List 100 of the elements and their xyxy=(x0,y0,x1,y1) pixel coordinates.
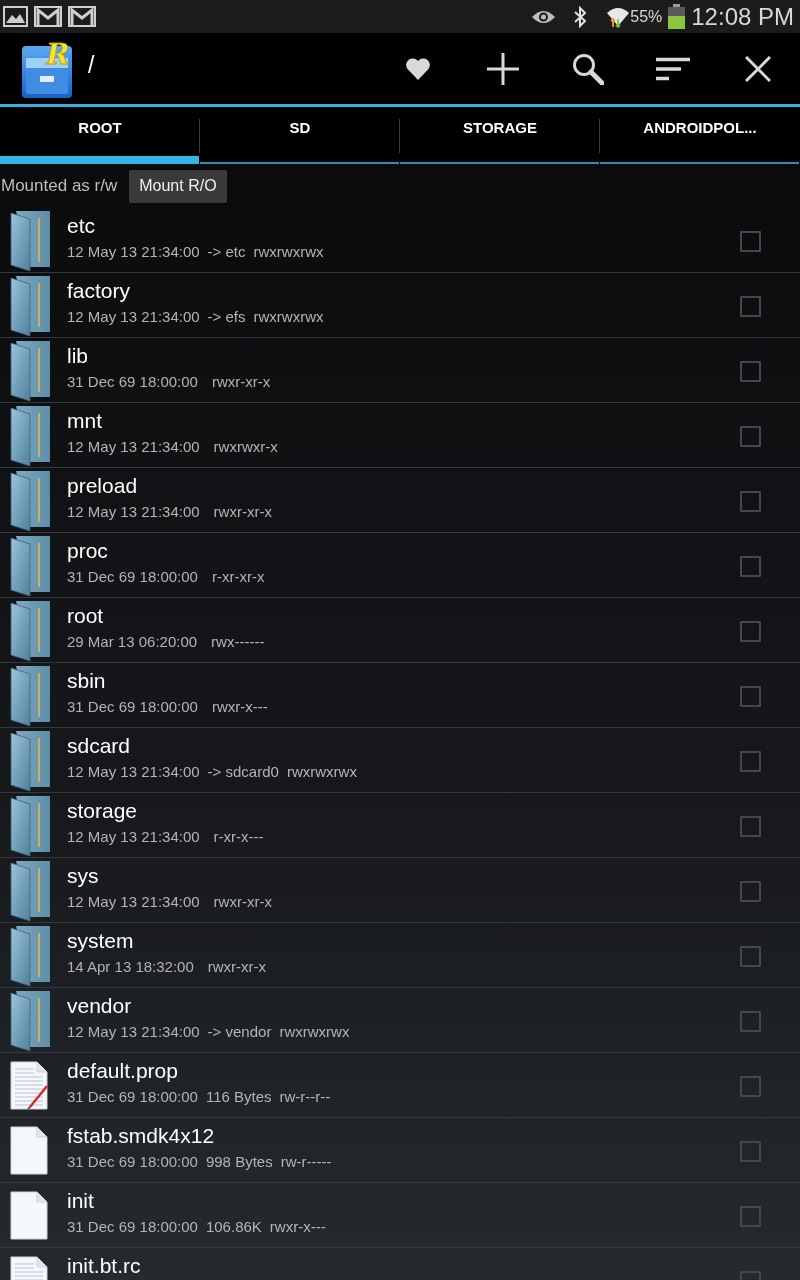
mail-icon xyxy=(68,6,96,27)
select-checkbox[interactable] xyxy=(740,1075,761,1097)
file-date: 12 May 13 21:34:00 xyxy=(67,763,200,781)
select-checkbox[interactable] xyxy=(740,685,761,707)
select-checkbox[interactable] xyxy=(740,1010,761,1032)
folder-icon xyxy=(10,404,51,466)
file-info: -> sdcard0 xyxy=(207,763,279,781)
text-file-pencil-icon xyxy=(10,1060,49,1110)
picture-icon xyxy=(3,6,28,27)
file-name[interactable]: lib xyxy=(67,343,88,368)
select-checkbox[interactable] xyxy=(740,360,761,382)
file-permissions: rwxr-x--- xyxy=(211,698,268,716)
file-info: 116 Bytes xyxy=(205,1088,272,1106)
folder-icon xyxy=(10,664,51,726)
mount-status: Mounted as r/w xyxy=(1,176,118,196)
file-name[interactable]: init.bt.rc xyxy=(67,1253,141,1278)
file-date: 31 Dec 69 18:00:00 xyxy=(67,1218,198,1236)
file-date: 31 Dec 69 18:00:00 xyxy=(67,1088,198,1106)
battery-percent: 55% xyxy=(630,8,663,25)
sort-icon xyxy=(654,56,691,81)
select-checkbox[interactable] xyxy=(740,880,761,902)
file-date: 31 Dec 69 18:00:00 xyxy=(67,568,198,586)
file-date: 29 Mar 13 06:20:00 xyxy=(67,633,198,651)
file-date: 12 May 13 21:34:00 xyxy=(67,503,200,521)
file-name[interactable]: proc xyxy=(67,538,108,563)
file-permissions: rwxr-xr-x xyxy=(213,893,272,911)
select-checkbox[interactable] xyxy=(740,620,761,642)
file-name[interactable]: vendor xyxy=(67,993,132,1018)
close-icon xyxy=(744,55,771,82)
clock-time: 12:08 PM xyxy=(691,4,794,29)
file-date: 12 May 13 21:34:00 xyxy=(67,438,200,456)
file-date: 12 May 13 21:34:00 xyxy=(67,308,200,326)
file-name[interactable]: sbin xyxy=(67,668,106,693)
file-date: 31 Dec 69 18:00:00 xyxy=(67,373,198,391)
folder-icon xyxy=(10,729,51,791)
file-name[interactable]: default.prop xyxy=(67,1058,178,1083)
bluetooth-icon xyxy=(574,5,587,28)
file-icon xyxy=(10,1125,49,1175)
folder-icon xyxy=(10,794,51,856)
folder-icon xyxy=(10,924,51,986)
folder-icon xyxy=(10,209,51,271)
select-checkbox[interactable] xyxy=(740,555,761,577)
file-permissions: rwxrwxrwx xyxy=(286,763,357,781)
select-checkbox[interactable] xyxy=(740,750,761,772)
select-checkbox[interactable] xyxy=(740,1205,761,1227)
file-icon xyxy=(10,1190,49,1240)
file-permissions: rwxrwxrwx xyxy=(253,308,324,326)
select-checkbox[interactable] xyxy=(740,1140,761,1162)
folder-icon xyxy=(10,339,51,401)
file-name[interactable]: fstab.smdk4x12 xyxy=(67,1123,215,1148)
file-name[interactable]: factory xyxy=(67,278,131,303)
folder-icon xyxy=(10,859,51,921)
file-permissions: rw-r----- xyxy=(280,1153,332,1171)
wifi-icon xyxy=(606,5,631,28)
select-checkbox[interactable] xyxy=(740,295,761,317)
file-permissions: rwxr-xr-x xyxy=(207,958,267,976)
file-name[interactable]: root xyxy=(67,603,104,628)
folder-icon xyxy=(10,599,51,661)
file-info: -> etc xyxy=(207,243,246,261)
file-info: 998 Bytes xyxy=(205,1153,273,1171)
file-name[interactable]: preload xyxy=(67,473,138,498)
file-permissions: rw-r--r-- xyxy=(279,1088,331,1106)
mount-button[interactable]: Mount R/O xyxy=(129,169,227,203)
file-date: 12 May 13 21:34:00 xyxy=(67,828,200,846)
file-permissions: rwxrwxr-x xyxy=(213,438,278,456)
file-date: 31 Dec 69 18:00:00 xyxy=(67,698,198,716)
file-name[interactable]: mnt xyxy=(67,408,102,433)
file-info: -> efs xyxy=(207,308,246,326)
select-checkbox[interactable] xyxy=(740,945,761,967)
file-permissions: rwxrwxrwx xyxy=(253,243,324,261)
eye-icon xyxy=(531,8,557,25)
file-permissions: rwx------ xyxy=(211,633,265,651)
select-checkbox[interactable] xyxy=(740,815,761,837)
file-date: 12 May 13 21:34:00 xyxy=(67,1023,200,1041)
file-permissions: rwxrwxrwx xyxy=(279,1023,350,1041)
file-name[interactable]: etc xyxy=(67,213,95,238)
file-info: 106.86K xyxy=(205,1218,262,1236)
file-permissions: rwxr-xr-x xyxy=(213,503,272,521)
heart-icon xyxy=(404,56,431,81)
folder-icon xyxy=(10,274,51,336)
plus-icon xyxy=(485,51,520,86)
search-icon xyxy=(571,52,604,85)
file-name[interactable]: storage xyxy=(67,798,138,823)
select-checkbox[interactable] xyxy=(740,230,761,252)
select-checkbox[interactable] xyxy=(740,425,761,447)
select-checkbox[interactable] xyxy=(740,490,761,512)
folder-icon xyxy=(10,469,51,531)
file-info: -> vendor xyxy=(207,1023,272,1041)
file-name[interactable]: sys xyxy=(67,863,99,888)
current-path: / xyxy=(88,52,95,79)
file-name[interactable]: sdcard xyxy=(67,733,131,758)
file-name[interactable]: system xyxy=(67,928,134,953)
file-permissions: r-xr-x--- xyxy=(213,828,264,846)
file-date: 12 May 13 21:34:00 xyxy=(67,893,200,911)
file-date: 31 Dec 69 18:00:00 xyxy=(67,1153,198,1171)
folder-icon xyxy=(10,989,51,1051)
file-permissions: rwxr-x--- xyxy=(269,1218,326,1236)
file-permissions: rwxr-xr-x xyxy=(211,373,271,391)
file-name[interactable]: init xyxy=(67,1188,94,1213)
file-date: 12 May 13 21:34:00 xyxy=(67,243,200,261)
